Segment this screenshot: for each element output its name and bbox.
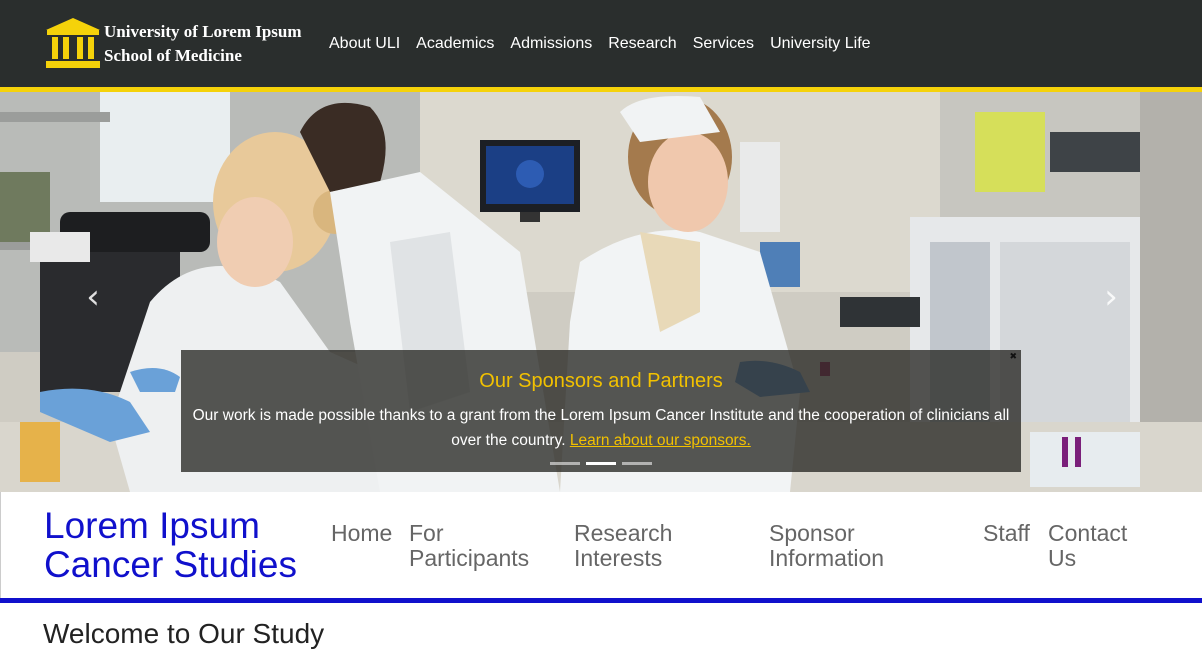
site-nav-contact[interactable]: Contact Us — [1048, 521, 1138, 571]
site-nav-sponsor[interactable]: Sponsor Information — [769, 521, 899, 571]
sponsors-link[interactable]: Learn about our sponsors. — [570, 432, 751, 449]
site-title-line1: Lorem Ipsum — [44, 505, 260, 546]
top-nav-research[interactable]: Research — [608, 35, 676, 53]
site-nav-staff[interactable]: Staff — [983, 521, 1030, 546]
site-title-line2: Cancer Studies — [44, 544, 297, 585]
caption-title: Our Sponsors and Partners — [479, 370, 723, 392]
carousel-indicator-1[interactable] — [550, 462, 580, 465]
top-nav-menu: About ULI Academics Admissions Research … — [329, 35, 887, 53]
top-nav-about[interactable]: About ULI — [329, 35, 400, 53]
carousel-indicator-3[interactable] — [622, 462, 652, 465]
top-nav-admissions[interactable]: Admissions — [510, 35, 592, 53]
site-nav-home[interactable]: Home — [331, 521, 392, 546]
site-nav-research[interactable]: Research Interests — [574, 521, 684, 571]
caption-close-icon[interactable]: ✖ — [1009, 352, 1017, 362]
carousel-caption: ✖ Our Sponsors and Partners Our work is … — [181, 350, 1021, 472]
university-logo-icon[interactable] — [44, 16, 102, 70]
header-divider — [0, 598, 1202, 603]
site-header: Lorem Ipsum Cancer Studies Home For Part… — [0, 492, 1202, 599]
university-name-line2: School of Medicine — [104, 46, 242, 65]
hero-carousel[interactable]: ‹ › ✖ Our Sponsors and Partners Our work… — [0, 92, 1202, 492]
carousel-next-icon[interactable]: › — [1096, 280, 1126, 314]
top-nav-university-life[interactable]: University Life — [770, 35, 870, 53]
welcome-heading: Welcome to Our Study — [43, 618, 325, 649]
site-title[interactable]: Lorem Ipsum Cancer Studies — [44, 506, 297, 584]
top-navigation-bar: University of Lorem Ipsum School of Medi… — [0, 0, 1202, 88]
carousel-prev-icon[interactable]: ‹ — [78, 280, 108, 314]
site-nav-participants[interactable]: For Participants — [409, 521, 539, 571]
carousel-indicator-2[interactable] — [586, 462, 616, 465]
carousel-indicators — [550, 462, 652, 465]
university-name-line1: University of Lorem Ipsum — [104, 22, 302, 41]
top-nav-academics[interactable]: Academics — [416, 35, 494, 53]
caption-body: Our work is made possible thanks to a gr… — [191, 403, 1011, 453]
university-name[interactable]: University of Lorem Ipsum School of Medi… — [104, 20, 302, 68]
top-nav-services[interactable]: Services — [693, 35, 754, 53]
